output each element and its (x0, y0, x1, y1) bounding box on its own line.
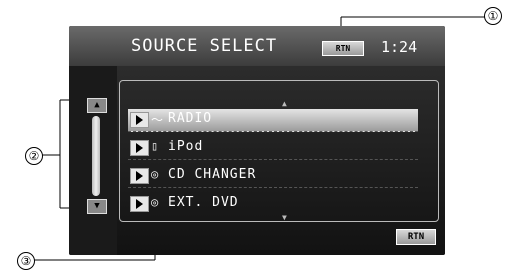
source-item-ipod[interactable]: ▯ iPod (128, 137, 418, 160)
screen-title: SOURCE SELECT (131, 36, 278, 56)
title-bar: SOURCE SELECT RTN 1:24 (69, 26, 445, 66)
scroll-up-button[interactable]: ▲ (87, 98, 107, 113)
source-label: EXT. DVD (168, 195, 239, 210)
dvd-icon: ◎ (151, 195, 159, 209)
double-down-arrow-icon: ▼ (94, 201, 100, 211)
source-label: CD CHANGER (168, 167, 257, 182)
source-item-ext-dvd[interactable]: ◎ EXT. DVD (128, 193, 418, 215)
clock: 1:24 (381, 38, 418, 56)
callout-2: ② (25, 147, 43, 165)
rtn-button-top[interactable]: RTN (322, 41, 364, 56)
scroll-column: ▲ ▼ (87, 98, 107, 214)
source-item-radio[interactable]: 〜 RADIO (128, 109, 418, 132)
play-icon (130, 168, 149, 184)
radio-icon: 〜 (151, 113, 164, 127)
callout-3: ③ (17, 252, 35, 270)
callout-1: ① (484, 7, 502, 25)
cd-icon: ◎ (151, 167, 159, 181)
more-up-indicator-icon: ▲ (282, 99, 287, 108)
ipod-icon: ▯ (151, 139, 159, 153)
play-icon (130, 196, 149, 212)
source-label: iPod (168, 139, 204, 154)
rtn-button-bottom[interactable]: RTN (396, 229, 436, 245)
play-icon (130, 112, 149, 128)
double-up-arrow-icon: ▲ (94, 100, 100, 110)
source-list: ▲ 〜 RADIO ▯ iPod ◎ CD CHANGER ◎ EXT. DVD… (119, 80, 439, 222)
source-item-cd-changer[interactable]: ◎ CD CHANGER (128, 165, 418, 188)
source-label: RADIO (168, 111, 213, 126)
scrollbar[interactable] (92, 116, 100, 196)
scroll-down-button[interactable]: ▼ (87, 199, 107, 214)
more-down-indicator-icon: ▼ (282, 213, 287, 222)
play-icon (130, 140, 149, 156)
lcd-screen: SOURCE SELECT RTN 1:24 ▲ ▼ ▲ 〜 RADIO ▯ i… (69, 26, 445, 255)
